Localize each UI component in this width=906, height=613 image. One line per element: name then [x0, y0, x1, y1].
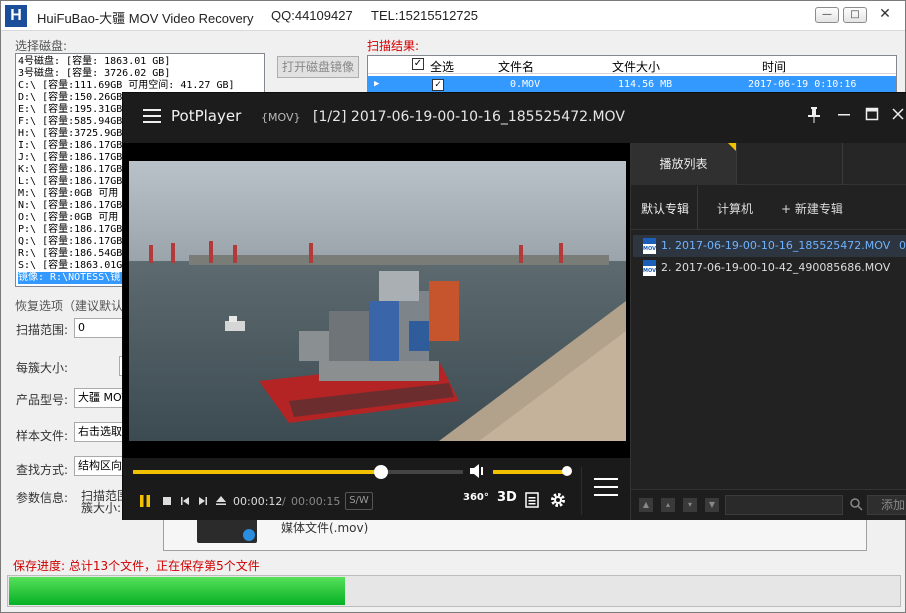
product-label: 产品型号:: [16, 393, 69, 407]
file-title: [1/2] 2017-06-19-00-10-16_185525472.MOV: [313, 109, 625, 125]
playlist-tabs: 播放列表: [631, 143, 906, 185]
time-separator: /: [282, 495, 286, 508]
col-size[interactable]: 文件大小: [612, 58, 660, 75]
add-button[interactable]: 添加: [867, 495, 906, 515]
seek-bar-fill: [133, 470, 381, 474]
playlist-toggle-icon[interactable]: [581, 467, 629, 515]
volume-bar-fill: [493, 470, 567, 474]
playlist-item[interactable]: MOV 2. 2017-06-19-00-10-42_490085686.MOV: [633, 257, 906, 279]
maximize-icon[interactable]: [863, 107, 881, 125]
col-time[interactable]: 时间: [762, 58, 786, 75]
album-bar: 默认专辑 计算机 + 新建专辑: [631, 186, 906, 230]
playlist-item[interactable]: MOV 1. 2017-06-19-00-10-16_185525472.MOV…: [633, 235, 906, 257]
qq-contact: QQ:44109427: [271, 8, 353, 23]
playlist-footer: ▲ ▴ ▾ ▼ 添加: [631, 489, 906, 520]
settings-gear-icon[interactable]: [549, 491, 567, 512]
title-bar: H HuiFuBao-大疆 MOV Video Recovery QQ:4410…: [1, 1, 905, 31]
volume-icon[interactable]: [469, 463, 487, 482]
find-label: 查找方式:: [16, 463, 69, 477]
pause-icon[interactable]: [139, 494, 151, 511]
close-icon[interactable]: [889, 107, 906, 125]
move-down-icon[interactable]: ▾: [683, 498, 697, 512]
album-divider: [697, 186, 698, 230]
maximize-button[interactable]: □: [843, 7, 867, 23]
next-icon[interactable]: [197, 494, 209, 511]
col-name[interactable]: 文件名: [498, 58, 534, 75]
volume-bar[interactable]: [493, 466, 572, 476]
disk-label: 选择磁盘:: [15, 39, 68, 53]
options-title: 恢复选项（建议默认: [15, 299, 124, 313]
file-type-caption: 媒体文件(.mov): [281, 521, 369, 535]
disk-item[interactable]: 4号磁盘: [容量: 1863.01 GB]: [18, 56, 262, 68]
3d-button[interactable]: 3D: [497, 490, 517, 505]
eject-icon[interactable]: [215, 494, 227, 511]
row-pointer-icon: ▶: [374, 79, 380, 89]
album-computer[interactable]: 计算机: [717, 200, 753, 217]
time-total: 00:00:15: [291, 495, 341, 508]
seek-knob[interactable]: [374, 465, 388, 479]
sample-label: 样本文件:: [16, 429, 69, 443]
move-up-icon[interactable]: ▴: [661, 498, 675, 512]
potplayer-brand: PotPlayer: [171, 107, 242, 125]
playlist-item-label: 2. 2017-06-19-00-10-42_490085686.MOV: [661, 261, 891, 274]
previous-icon[interactable]: [179, 494, 191, 511]
minimize-icon[interactable]: [835, 107, 853, 125]
mov-file-icon: MOV: [643, 260, 656, 276]
mov-file-icon: MOV: [643, 238, 656, 254]
tab-playlist[interactable]: 播放列表: [631, 143, 737, 185]
tab-secondary[interactable]: [842, 143, 906, 185]
playlist-panel: 播放列表 默认专辑 计算机 + 新建专辑 MOV 1. 2017-06-19-0…: [630, 143, 906, 520]
row-size: 114.56 MB: [618, 79, 673, 90]
save-progress-label: 保存进度: 总计13个文件，正在保存第5个文件: [13, 559, 260, 573]
param-label: 参数信息:: [16, 491, 69, 505]
format-badge: {MOV}: [261, 111, 301, 124]
menu-icon[interactable]: [143, 109, 161, 123]
row-checkbox[interactable]: ✓: [432, 79, 444, 91]
seek-bar[interactable]: [133, 465, 463, 479]
param-line2: 簇大小:: [81, 501, 122, 515]
video-thumbnail: [197, 517, 257, 543]
app-logo-icon: H: [5, 5, 27, 27]
potplayer-window: PotPlayer {MOV} [1/2] 2017-06-19-00-10-1…: [122, 92, 906, 520]
album-default[interactable]: 默认专辑: [641, 200, 689, 217]
disk-item[interactable]: 3号磁盘: [容量: 3726.02 GB]: [18, 68, 262, 80]
move-top-icon[interactable]: ▲: [639, 498, 653, 512]
sw-decoder-badge[interactable]: S/W: [345, 492, 373, 510]
close-button[interactable]: ✕: [873, 7, 897, 23]
results-header: ✓ 全选 文件名 文件大小 时间: [368, 56, 896, 75]
subtitle-icon[interactable]: [525, 492, 539, 511]
cluster-label: 每簇大小:: [16, 361, 69, 375]
disk-item[interactable]: C:\ [容量:111.69GB 可用空间: 41.27 GB]: [18, 80, 262, 92]
select-all-label: 全选: [430, 60, 455, 74]
scan-range-label: 扫描范围:: [16, 323, 69, 337]
vr-360-button[interactable]: 360°: [463, 492, 489, 503]
album-new[interactable]: + 新建专辑: [781, 200, 843, 217]
volume-knob[interactable]: [562, 466, 572, 476]
app-title: HuiFuBao-大疆 MOV Video Recovery: [37, 11, 254, 26]
select-all-checkbox[interactable]: ✓: [412, 58, 424, 70]
playlist-item-duration: 00: [899, 239, 906, 252]
row-name: 0.MOV: [510, 79, 541, 90]
open-image-button[interactable]: 打开磁盘镜像: [277, 56, 359, 78]
playlist-search-input[interactable]: [725, 495, 843, 515]
pin-icon[interactable]: [805, 107, 823, 125]
tel-contact: TEL:15215512725: [371, 8, 478, 23]
stop-icon[interactable]: [161, 494, 173, 511]
time-current: 00:00:12: [233, 495, 283, 508]
video-frame[interactable]: [129, 161, 626, 441]
search-icon[interactable]: [849, 497, 863, 511]
save-progress-fill: [9, 577, 345, 605]
minimize-button[interactable]: —: [815, 7, 839, 23]
move-bottom-icon[interactable]: ▼: [705, 498, 719, 512]
row-time: 2017-06-19 0:10:16: [748, 79, 857, 90]
playlist-item-label: 1. 2017-06-19-00-10-16_185525472.MOV: [661, 239, 891, 252]
results-label: 扫描结果:: [367, 39, 420, 53]
save-progress-bar: [7, 575, 901, 607]
player-controls: 00:00:12 / 00:00:15 S/W 360° 3D: [123, 458, 630, 520]
video-area[interactable]: [123, 143, 630, 458]
potplayer-title-bar: PotPlayer {MOV} [1/2] 2017-06-19-00-10-1…: [123, 93, 906, 143]
results-table[interactable]: ✓ 全选 文件名 文件大小 时间 ▶ ✓ 0.MOV 114.56 MB 201…: [367, 55, 897, 95]
